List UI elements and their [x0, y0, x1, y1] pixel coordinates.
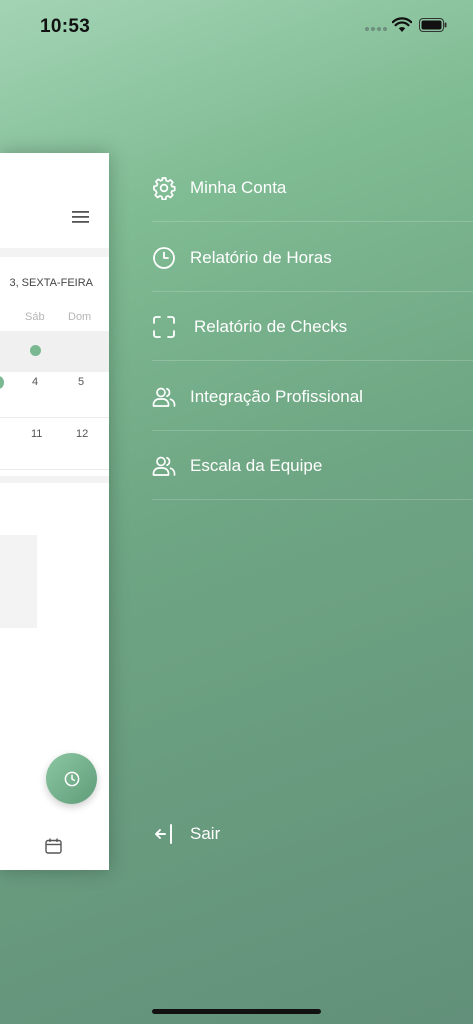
status-time: 10:53: [40, 16, 91, 37]
clock-icon: [64, 771, 79, 786]
menu-item-label: Relatório de Checks: [194, 316, 348, 336]
menu-item-minha-conta[interactable]: Minha Conta: [152, 153, 473, 222]
logout-button[interactable]: Sair: [152, 822, 220, 846]
status-bar: 10:53: [0, 0, 473, 50]
home-indicator[interactable]: [152, 1009, 321, 1014]
users-icon: [152, 385, 176, 409]
menu-item-label: Relatório de Horas: [190, 247, 332, 267]
menu-item-label: Escala da Equipe: [190, 455, 323, 475]
logout-label: Sair: [190, 824, 221, 843]
divider: [152, 499, 473, 500]
menu-item-label: Integração Profissional: [190, 386, 363, 406]
menu-item-integracao-profissional[interactable]: Integração Profissional: [152, 362, 473, 431]
wifi-icon: [392, 17, 412, 32]
menu-item-escala-equipe[interactable]: Escala da Equipe: [152, 431, 473, 500]
scan-frame-icon: [152, 315, 176, 339]
divider: [152, 221, 473, 222]
clock-icon: [152, 246, 176, 270]
menu-item-relatorio-checks[interactable]: Relatório de Checks: [152, 292, 473, 361]
menu-item-relatorio-horas[interactable]: Relatório de Horas: [152, 223, 473, 292]
battery-icon: [419, 18, 447, 32]
divider: [152, 360, 473, 361]
gear-icon: [152, 176, 176, 200]
clock-in-button[interactable]: [46, 753, 97, 804]
users-icon: [152, 454, 176, 478]
menu-item-label: Minha Conta: [190, 177, 287, 197]
logout-icon: [155, 824, 172, 844]
cellular-signal-icon: [365, 27, 387, 31]
